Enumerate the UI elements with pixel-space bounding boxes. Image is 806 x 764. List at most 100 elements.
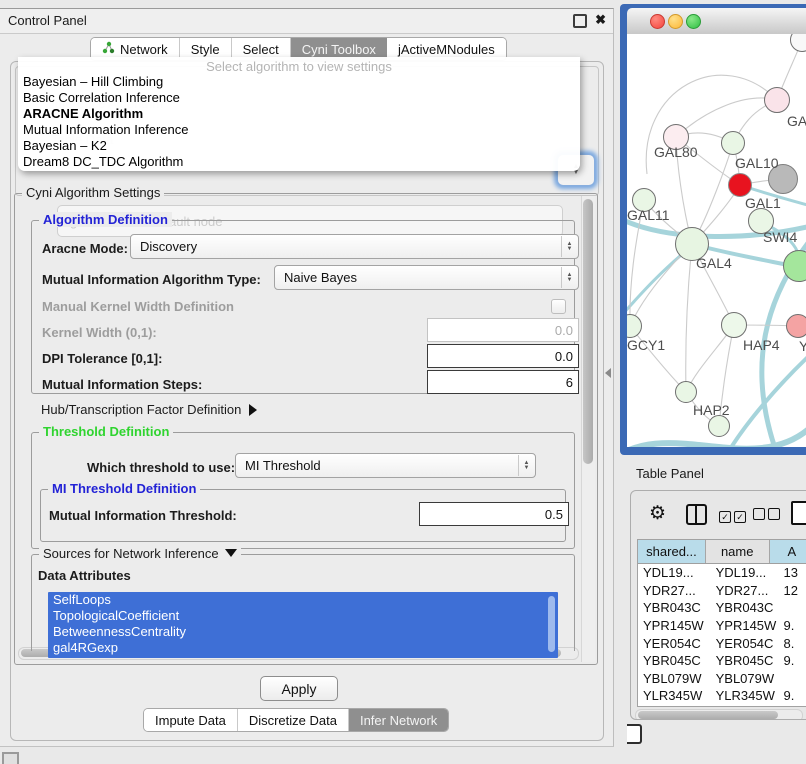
network-node-label: GCY1 <box>627 337 665 353</box>
dpi-tolerance-label: DPI Tolerance [0,1]: <box>42 351 162 366</box>
kernel-width-field[interactable]: 0.0 <box>427 318 579 342</box>
aracne-mode-label: Aracne Mode: <box>42 241 128 256</box>
mi-threshold-definition-group: MI Threshold Definition Mutual Informati… <box>40 489 566 542</box>
cell: YBR045C <box>638 653 711 668</box>
mi-threshold-value: 0.5 <box>545 507 563 522</box>
network-node-label: GAL10 <box>735 155 779 171</box>
zoom-traffic-light-icon[interactable] <box>686 14 701 29</box>
table-row[interactable]: YER054CYER054C8. <box>638 634 806 652</box>
dropdown-item[interactable]: Mutual Information Inference <box>18 122 580 138</box>
combo-stepper-icon: ▲▼ <box>518 455 534 476</box>
hub-transcription-factor-toggle[interactable]: Hub/Transcription Factor Definition <box>41 402 257 417</box>
network-node[interactable] <box>721 312 747 338</box>
tab-style-label: Style <box>191 42 220 57</box>
table-panel-window: ⚙ ✓✓ shared... name A YDL19...YDL19...13… <box>630 490 806 720</box>
mi-steps-field[interactable]: 6 <box>427 370 579 394</box>
mi-algorithm-type-label: Mutual Information Algorithm Type: <box>42 272 261 287</box>
dropdown-item[interactable]: Basic Correlation Inference <box>18 90 580 106</box>
network-node-label: GAL80 <box>654 144 698 160</box>
cyni-algorithm-settings-group: Cyni Algorithm Settings Algorithm Defini… <box>14 193 598 665</box>
table-horizontal-scrollbar[interactable] <box>635 709 803 720</box>
tab-select-label: Select <box>243 42 279 57</box>
select-all-checkboxes-icon[interactable]: ✓✓ <box>719 507 749 525</box>
apply-button[interactable]: Apply <box>260 676 338 701</box>
settings-vertical-scrollbar[interactable] <box>581 196 595 662</box>
table-row[interactable]: YPR145WYPR145W9. <box>638 617 806 635</box>
data-attributes-list[interactable]: SelfLoops TopologicalCoefficient Between… <box>48 592 558 658</box>
cell: YDR27... <box>711 583 779 598</box>
cell: YDR27... <box>638 583 711 598</box>
table-row[interactable]: YIL052CYIL052C9. <box>638 705 806 707</box>
deselect-all-checkboxes-icon[interactable] <box>753 507 783 525</box>
manual-kernel-width-checkbox[interactable] <box>551 299 566 314</box>
cell: YPR145W <box>711 618 779 633</box>
which-threshold-combo[interactable]: MI Threshold ▲▼ <box>235 453 536 478</box>
table-row[interactable]: YLR345WYLR345W9. <box>638 687 806 705</box>
network-node[interactable] <box>675 381 697 403</box>
dpi-tolerance-field[interactable]: 0.0 <box>427 344 579 368</box>
network-canvas[interactable]: GAL80 GAL10 GAL1 GAL11 SWI4 GAL4 GCY1 HA… <box>627 34 806 447</box>
table-horizontal-scrollbar-thumb[interactable] <box>638 711 778 719</box>
gear-icon[interactable]: ⚙ <box>649 502 666 525</box>
close-traffic-light-icon[interactable] <box>650 14 665 29</box>
cell: YBR045C <box>711 653 779 668</box>
tab-discretize-data-label: Discretize Data <box>249 713 337 728</box>
table-row[interactable]: YDR27...YDR27...12 <box>638 582 806 600</box>
network-node-label: GAL <box>787 113 806 129</box>
network-node[interactable] <box>708 415 730 437</box>
tab-infer-network[interactable]: Infer Network <box>349 709 448 731</box>
which-threshold-label: Which threshold to use: <box>87 460 235 475</box>
tab-impute-data[interactable]: Impute Data <box>144 709 238 731</box>
table-row[interactable]: YDL19...YDL19...13 <box>638 564 806 582</box>
mi-threshold-field[interactable]: 0.5 <box>419 502 569 526</box>
expanded-arrow-icon <box>225 549 237 557</box>
network-node-selected-red[interactable] <box>728 173 752 197</box>
float-window-icon[interactable] <box>573 14 587 28</box>
columns-icon[interactable] <box>686 504 707 525</box>
partial-document-icon[interactable] <box>627 724 642 744</box>
dropdown-item[interactable]: Dream8 DC_TDC Algorithm <box>18 154 580 170</box>
control-panel-titlebar: Control Panel ✖ <box>0 9 613 34</box>
column-header-shared-name[interactable]: shared... <box>638 540 706 563</box>
aracne-mode-combo[interactable]: Discovery ▲▼ <box>130 234 579 259</box>
network-node[interactable] <box>786 314 806 338</box>
table-row[interactable]: YBR043CYBR043C <box>638 599 806 617</box>
attribute-item[interactable]: gal4RGexp <box>48 640 558 656</box>
settings-vertical-scrollbar-thumb[interactable] <box>583 199 593 464</box>
cell: 9. <box>779 706 806 707</box>
dropdown-item[interactable]: Bayesian – K2 <box>18 138 580 154</box>
dropdown-item[interactable]: Bayesian – Hill Climbing <box>18 74 580 90</box>
cell: YLR345W <box>638 688 711 703</box>
kernel-width-value: 0.0 <box>555 323 573 338</box>
network-node[interactable] <box>721 131 745 155</box>
sources-title-row[interactable]: Sources for Network Inference <box>39 546 241 561</box>
attribute-item[interactable]: TopologicalCoefficient <box>48 608 558 624</box>
hub-transcription-factor-label: Hub/Transcription Factor Definition <box>41 402 241 417</box>
collapsed-arrow-icon <box>249 404 257 416</box>
tab-discretize-data[interactable]: Discretize Data <box>238 709 349 731</box>
network-node-label: HAP4 <box>743 337 780 353</box>
sources-title: Sources for Network Inference <box>43 546 219 561</box>
table-row[interactable]: YBR045CYBR045C9. <box>638 652 806 670</box>
partial-grid-icon[interactable] <box>2 752 19 764</box>
tab-infer-network-label: Infer Network <box>360 713 437 728</box>
column-header-name[interactable]: name <box>706 540 770 563</box>
table-row[interactable]: YBL079WYBL079W <box>638 670 806 688</box>
document-icon[interactable] <box>791 501 806 525</box>
network-node[interactable] <box>764 87 790 113</box>
dropdown-item-selected[interactable]: ARACNE Algorithm <box>18 106 580 122</box>
close-icon[interactable]: ✖ <box>595 12 606 28</box>
minimize-traffic-light-icon[interactable] <box>668 14 683 29</box>
attribute-item[interactable]: BetweennessCentrality <box>48 624 558 640</box>
splitpane-collapse-handle[interactable] <box>605 368 611 378</box>
mi-algorithm-type-combo[interactable]: Naive Bayes ▲▼ <box>274 265 579 290</box>
mi-steps-value: 6 <box>566 375 573 390</box>
column-header-partial[interactable]: A <box>770 540 806 563</box>
algorithm-dropdown-prompt: Select algorithm to view settings <box>18 57 580 74</box>
attributes-scrollbar-thumb[interactable] <box>548 596 555 652</box>
table-panel-title: Table Panel <box>636 466 704 481</box>
cell: 13 <box>779 565 806 580</box>
tab-jactivemnodules-label: jActiveMNodules <box>398 42 495 57</box>
attribute-item[interactable]: SelfLoops <box>48 592 558 608</box>
network-window-titlebar[interactable] <box>627 8 806 35</box>
